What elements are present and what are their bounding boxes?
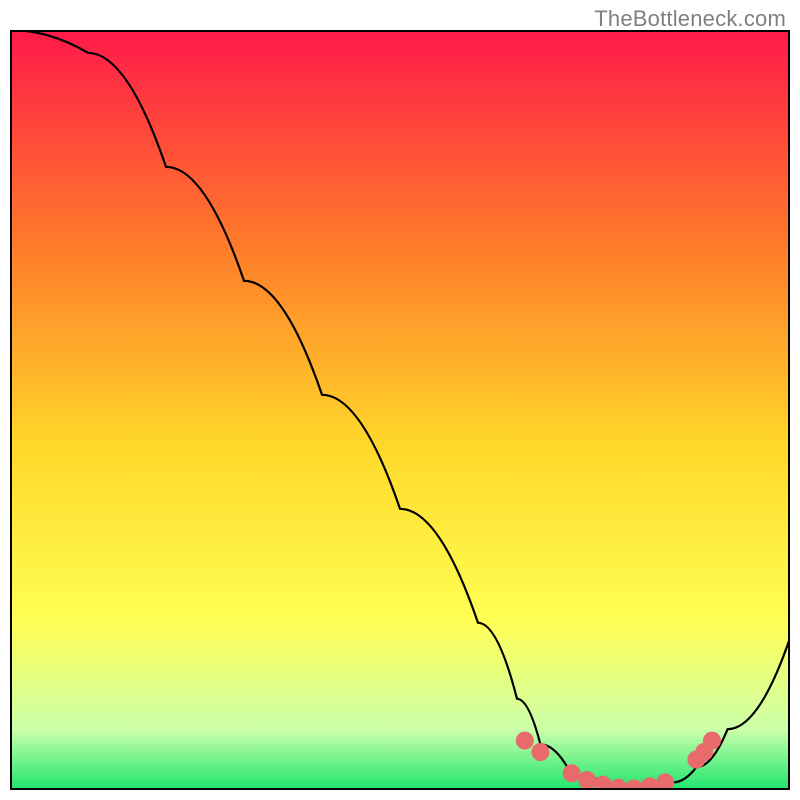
chart-frame [10,30,790,790]
attribution-text: TheBottleneck.com [594,6,786,32]
